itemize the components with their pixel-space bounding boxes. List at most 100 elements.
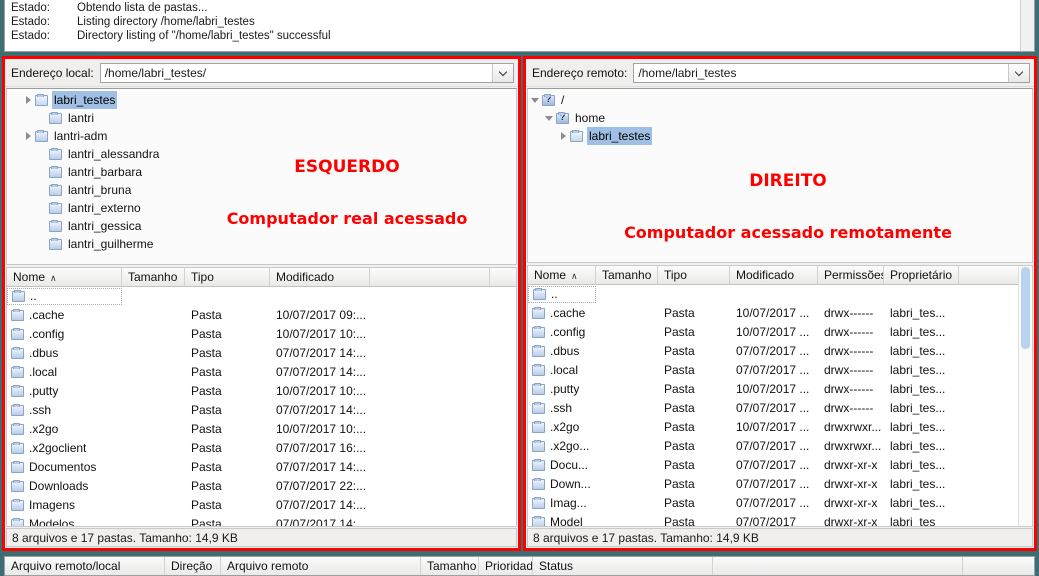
local-address-combobox[interactable]: /home/labri_testes/ (100, 63, 514, 83)
cell-modified: 07/07/2017 ... (730, 399, 818, 418)
file-row[interactable]: .configPasta10/07/2017 ...drwx------labr… (528, 323, 1032, 342)
column-header[interactable]: Tipo (185, 268, 270, 286)
chevron-down-icon[interactable] (492, 64, 513, 82)
cell-modified: 07/07/2017 ... (730, 361, 818, 380)
column-header[interactable]: Tamanho (596, 266, 658, 284)
column-header[interactable]: Tamanho (421, 557, 479, 575)
cell-perms: drwxr-xr-x (818, 513, 884, 527)
file-row[interactable]: .configPasta10/07/2017 10:... (7, 325, 516, 344)
tree-item[interactable]: lantri (7, 109, 516, 127)
remote-tree-rows: /homelabri_testes (528, 89, 1032, 145)
cell-type: Pasta (658, 475, 730, 494)
file-row[interactable]: .. (7, 287, 516, 306)
file-row[interactable]: ImagensPasta07/07/2017 14:... (7, 496, 516, 515)
cell-perms: drwx------ (818, 361, 884, 380)
column-header[interactable]: Direção (165, 557, 221, 575)
tree-item[interactable]: lantri_bruna (7, 181, 516, 199)
column-header[interactable] (713, 557, 963, 575)
file-row[interactable]: Docu...Pasta07/07/2017 ...drwxr-xr-xlabr… (528, 456, 1032, 475)
chevron-down-icon[interactable] (1008, 64, 1029, 82)
local-file-list[interactable]: Nome∧TamanhoTipoModificado ...cachePasta… (6, 267, 517, 527)
file-row[interactable]: .sshPasta07/07/2017 ...drwx------labri_t… (528, 399, 1032, 418)
tree-item-label: lantri_externo (66, 199, 143, 217)
cell-type (658, 285, 730, 304)
message-log-scrollbar[interactable] (1020, 0, 1034, 51)
transfer-queue-header[interactable]: Arquivo remoto/localDireçãoArquivo remot… (5, 557, 1034, 576)
column-header[interactable]: Nome∧ (528, 266, 596, 284)
tree-item[interactable]: home (528, 109, 1032, 127)
file-row[interactable]: .cachePasta10/07/2017 ...drwx------labri… (528, 304, 1032, 323)
cell-name: Imagens (7, 496, 122, 515)
column-header[interactable]: Proprietário (884, 266, 959, 284)
file-row[interactable]: .localPasta07/07/2017 ...drwx------labri… (528, 361, 1032, 380)
local-file-list-header[interactable]: Nome∧TamanhoTipoModificado (7, 268, 516, 287)
cell-owner: labri_tes... (884, 475, 959, 494)
file-row[interactable]: Imag...Pasta07/07/2017 ...drwxr-xr-xlabr… (528, 494, 1032, 513)
chevron-down-icon[interactable] (542, 116, 556, 121)
file-row[interactable]: .x2goPasta10/07/2017 ...drwxrwxr...labri… (528, 418, 1032, 437)
file-row[interactable]: .sshPasta07/07/2017 14:... (7, 401, 516, 420)
column-header[interactable]: Arquivo remoto/local (5, 557, 165, 575)
scrollbar-thumb[interactable] (1021, 267, 1030, 349)
remote-directory-tree[interactable]: /homelabri_testes DIREITO Computador ace… (527, 88, 1033, 263)
tree-item[interactable]: labri_testes (528, 127, 1032, 145)
chevron-down-icon[interactable] (528, 98, 542, 103)
folder-icon (11, 462, 24, 473)
annotation-left-title: ESQUERDO (207, 157, 487, 177)
file-row[interactable]: .localPasta07/07/2017 14:... (7, 363, 516, 382)
file-row[interactable]: .dbusPasta07/07/2017 ...drwx------labri_… (528, 342, 1032, 361)
column-header[interactable]: Status (533, 557, 713, 575)
cell-size (122, 477, 185, 496)
chevron-right-icon[interactable] (21, 132, 35, 140)
tree-item[interactable]: lantri_guilherme (7, 235, 516, 253)
cell-modified: 07/07/2017 ... (730, 342, 818, 361)
file-row[interactable]: .. (528, 285, 1032, 304)
remote-file-list[interactable]: Nome∧TamanhoTipoModificadoPermissõesProp… (527, 265, 1033, 527)
cell-perms: drwx------ (818, 323, 884, 342)
local-address-value[interactable]: /home/labri_testes/ (101, 64, 492, 82)
column-header[interactable] (959, 266, 1019, 284)
remote-address-value[interactable]: /home/labri_testes (634, 64, 1008, 82)
file-row[interactable]: .puttyPasta10/07/2017 ...drwx------labri… (528, 380, 1032, 399)
remote-file-list-scrollbar[interactable] (1018, 266, 1032, 526)
file-row[interactable]: Down...Pasta07/07/2017 ...drwxr-xr-xlabr… (528, 475, 1032, 494)
file-row[interactable]: DocumentosPasta07/07/2017 14:... (7, 458, 516, 477)
cell-type: Pasta (658, 513, 730, 527)
column-header[interactable]: Modificado (730, 266, 818, 284)
column-header[interactable]: Tipo (658, 266, 730, 284)
column-header[interactable]: Nome∧ (7, 268, 122, 286)
file-row[interactable]: .x2goPasta10/07/2017 10:... (7, 420, 516, 439)
column-header[interactable]: Prioridad (479, 557, 533, 575)
log-line: Estado: Obtendo lista de pastas... (7, 1, 1021, 15)
file-row[interactable]: .dbusPasta07/07/2017 14:... (7, 344, 516, 363)
column-header[interactable] (370, 268, 490, 286)
column-header[interactable]: Modificado (270, 268, 370, 286)
folder-icon (49, 221, 62, 232)
remote-address-combobox[interactable]: /home/labri_testes (633, 63, 1030, 83)
column-header[interactable]: Arquivo remoto (221, 557, 421, 575)
column-header[interactable]: Permissões (818, 266, 884, 284)
remote-file-list-header[interactable]: Nome∧TamanhoTipoModificadoPermissõesProp… (528, 266, 1032, 285)
log-message: Listing directory /home/labri_testes (77, 15, 255, 29)
chevron-right-icon[interactable] (556, 132, 570, 140)
file-row[interactable]: .cachePasta10/07/2017 09:... (7, 306, 516, 325)
tree-item[interactable]: / (528, 91, 1032, 109)
folder-icon (49, 149, 62, 160)
column-header[interactable]: Tamanho (122, 268, 185, 286)
file-row[interactable]: .puttyPasta10/07/2017 10:... (7, 382, 516, 401)
tree-item[interactable]: labri_testes (7, 91, 516, 109)
folder-open-icon (570, 131, 583, 142)
file-row[interactable]: .x2go...Pasta07/07/2017 ...drwxrwxr...la… (528, 437, 1032, 456)
file-row[interactable]: DownloadsPasta07/07/2017 22:... (7, 477, 516, 496)
cell-size (596, 342, 658, 361)
local-file-list-rows[interactable]: ...cachePasta10/07/2017 09:....configPas… (7, 287, 516, 527)
remote-file-list-rows[interactable]: ...cachePasta10/07/2017 ...drwx------lab… (528, 285, 1032, 527)
local-directory-tree[interactable]: labri_testeslantrilantri-admlantri_aless… (6, 88, 517, 265)
file-row[interactable]: ModelPasta07/07/2017drwxr-xr-xlabri_tes (528, 513, 1032, 527)
file-row[interactable]: ModelosPasta07/07/2017 14: (7, 515, 516, 527)
tree-item[interactable]: lantri-adm (7, 127, 516, 145)
cell-size (122, 420, 185, 439)
chevron-right-icon[interactable] (21, 96, 35, 104)
file-row[interactable]: .x2goclientPasta07/07/2017 16:... (7, 439, 516, 458)
cell-type: Pasta (658, 437, 730, 456)
